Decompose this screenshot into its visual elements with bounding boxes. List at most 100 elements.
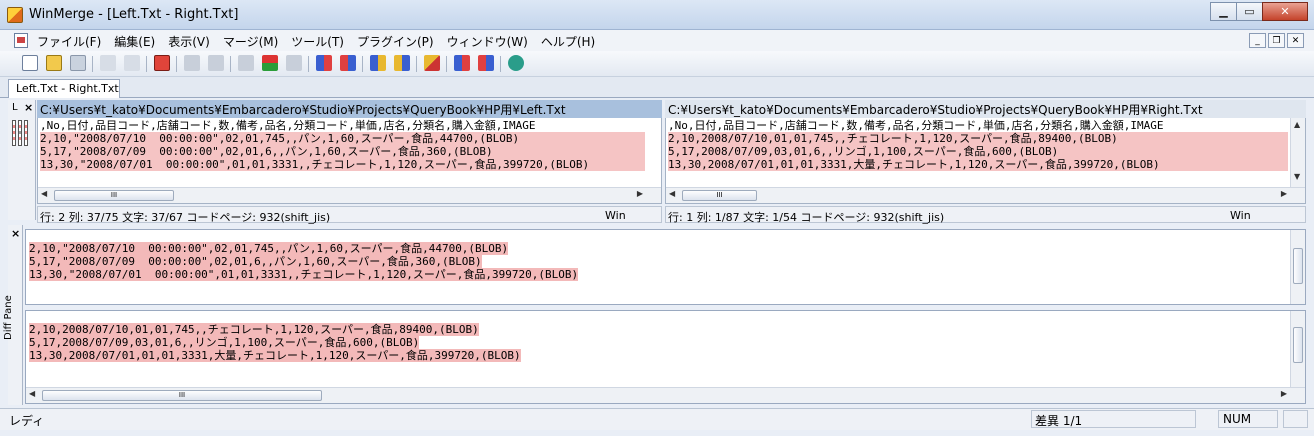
diff-top-line-1[interactable]: 2,10,"2008/07/10 00:00:00",02,01,745,,パン…: [29, 242, 509, 255]
left-line-2[interactable]: 2,10,"2008/07/10 00:00:00",02,01,745,,パン…: [40, 132, 645, 145]
right-status-bar: 行: 1 列: 1/87 文字: 1/54 コードページ: 932(shift_…: [665, 206, 1306, 224]
menu-help[interactable]: ヘルプ(H): [541, 33, 595, 50]
status-ready: レディ: [9, 414, 45, 428]
maximize-button[interactable]: ▭: [1236, 2, 1263, 21]
window-controls: ▁ ▭ ✕: [1210, 2, 1308, 22]
diff-bottom-scroll-thumb[interactable]: [1293, 327, 1303, 363]
right-scroll-thumb[interactable]: III: [682, 190, 757, 201]
location-pane-close-button[interactable]: ×: [24, 101, 33, 114]
scroll-right-arrow[interactable]: ▶: [1281, 389, 1287, 398]
status-num-lock: NUM: [1218, 410, 1278, 428]
all-right-icon[interactable]: [454, 55, 470, 71]
mdi-minimize-button[interactable]: _: [1249, 33, 1266, 48]
right-text-area[interactable]: ,No,日付,品目コード,店舗コード,数,備考,品名,分類コード,単価,店名,分…: [665, 118, 1306, 204]
diff-pane-label: Diff Pane: [3, 295, 14, 340]
status-diff-count: 差異 1/1: [1031, 410, 1196, 428]
right-file-pane: C:¥Users¥t_kato¥Documents¥Embarcadero¥St…: [665, 100, 1306, 204]
scroll-right-arrow[interactable]: ▶: [637, 189, 643, 198]
right-horizontal-scrollbar[interactable]: ◀ III ▶: [666, 187, 1305, 203]
left-file-path: C:¥Users¥t_kato¥Documents¥Embarcadero¥St…: [37, 100, 662, 118]
current-diff-icon[interactable]: [262, 55, 278, 71]
diff-top-scroll-thumb[interactable]: [1293, 248, 1303, 284]
scroll-right-arrow[interactable]: ▶: [1281, 189, 1287, 198]
menu-edit[interactable]: 編集(E): [114, 33, 155, 50]
menu-window[interactable]: ウィンドウ(W): [447, 33, 528, 50]
left-file-pane: C:¥Users¥t_kato¥Documents¥Embarcadero¥St…: [37, 100, 662, 204]
left-scroll-thumb[interactable]: III: [54, 190, 174, 201]
location-bars[interactable]: [12, 120, 30, 146]
left-line-3[interactable]: 5,17,"2008/07/09 00:00:00",02,01,6,,パン,1…: [40, 145, 645, 158]
toolbar-separator: [230, 56, 231, 72]
toolbar-separator: [416, 56, 417, 72]
undo-icon[interactable]: [100, 55, 116, 71]
diff-top-line-2[interactable]: 5,17,"2008/07/09 00:00:00",02,01,6,,パン,1…: [29, 255, 482, 268]
left-line-1[interactable]: ,No,日付,品目コード,店舗コード,数,備考,品名,分類コード,単価,店名,分…: [40, 119, 536, 132]
toolbar-separator: [500, 56, 501, 72]
right-line-4[interactable]: 13,30,2008/07/01,01,01,3331,大量,チェコレート,1,…: [668, 158, 1288, 171]
refresh-icon[interactable]: [508, 55, 524, 71]
last-diff-icon[interactable]: [286, 55, 302, 71]
diff-top-line-3[interactable]: 13,30,"2008/07/01 00:00:00",01,01,3331,,…: [29, 268, 579, 281]
right-vertical-scrollbar[interactable]: ▲ ▼: [1290, 118, 1305, 188]
toolbar-separator: [308, 56, 309, 72]
first-diff-icon[interactable]: [238, 55, 254, 71]
diff-top-vertical-scrollbar[interactable]: [1290, 230, 1305, 304]
save-icon[interactable]: [70, 55, 86, 71]
diff-bottom-vertical-scrollbar[interactable]: [1290, 311, 1305, 387]
scroll-up-arrow[interactable]: ▲: [1294, 120, 1300, 129]
right-status-text: 行: 1 列: 1/87 文字: 1/54 コードページ: 932(shift_…: [668, 211, 945, 224]
right-line-2[interactable]: 2,10,2008/07/10,01,01,745,,チェコレート,1,120,…: [668, 132, 1288, 145]
diff-pane-bottom[interactable]: 2,10,2008/07/10,01,01,745,,チェコレート,1,120,…: [25, 310, 1306, 404]
edit-icon[interactable]: [424, 55, 440, 71]
left-line-4[interactable]: 13,30,"2008/07/01 00:00:00",01,01,3331,,…: [40, 158, 645, 171]
tab-left-right[interactable]: Left.Txt - Right.Txt: [8, 79, 120, 98]
toolbar-separator: [362, 56, 363, 72]
left-status-text: 行: 2 列: 37/75 文字: 37/67 コードページ: 932(shif…: [40, 211, 331, 224]
diff-pane-top[interactable]: 2,10,"2008/07/10 00:00:00",02,01,745,,パン…: [25, 229, 1306, 305]
diff-pane-close-button[interactable]: ×: [11, 227, 20, 240]
close-button[interactable]: ✕: [1262, 2, 1308, 21]
toolbar-separator: [176, 56, 177, 72]
toolbar-separator: [92, 56, 93, 72]
menu-merge[interactable]: マージ(M): [223, 33, 278, 50]
left-horizontal-scrollbar[interactable]: ◀ III ▶: [38, 187, 661, 203]
menu-tools[interactable]: ツール(T): [291, 33, 344, 50]
diff-bottom-horizontal-scrollbar[interactable]: ◀ III ▶: [26, 387, 1305, 403]
right-eol-type: Win: [1230, 209, 1251, 222]
new-icon[interactable]: [22, 55, 38, 71]
left-text-area[interactable]: ,No,日付,品目コード,店舗コード,数,備考,品名,分類コード,単価,店名,分…: [37, 118, 662, 204]
document-icon[interactable]: [14, 33, 28, 48]
winmerge-app-icon[interactable]: [7, 7, 23, 23]
scroll-left-arrow[interactable]: ◀: [29, 389, 35, 398]
copy-left-icon[interactable]: [340, 55, 356, 71]
mdi-close-button[interactable]: ✕: [1287, 33, 1304, 48]
redo-icon[interactable]: [124, 55, 140, 71]
diff-bottom-line-3[interactable]: 13,30,2008/07/01,01,01,3331,大量,チェコレート,1,…: [29, 349, 521, 362]
toolbar-separator: [446, 56, 447, 72]
left-status-bar: 行: 2 列: 37/75 文字: 37/67 コードページ: 932(shif…: [37, 206, 662, 224]
copy-right-icon[interactable]: [316, 55, 332, 71]
left-eol-type: Win: [605, 209, 626, 222]
mdi-restore-button[interactable]: ❐: [1268, 33, 1285, 48]
minimize-button[interactable]: ▁: [1210, 2, 1237, 21]
resize-grip[interactable]: [1283, 410, 1308, 428]
prev-diff-icon[interactable]: [184, 55, 200, 71]
all-left-icon[interactable]: [478, 55, 494, 71]
menu-view[interactable]: 表示(V): [168, 33, 210, 50]
right-line-3[interactable]: 5,17,2008/07/09,03,01,6,,リンゴ,1,100,スーパー,…: [668, 145, 1288, 158]
open-icon[interactable]: [46, 55, 62, 71]
diff-bottom-line-2[interactable]: 5,17,2008/07/09,03,01,6,,リンゴ,1,100,スーパー,…: [29, 336, 420, 349]
menu-file[interactable]: ファイル(F): [37, 33, 101, 50]
right-line-1[interactable]: ,No,日付,品目コード,店舗コード,数,備考,品名,分類コード,単価,店名,分…: [668, 119, 1164, 132]
copy-left-advance-icon[interactable]: [394, 55, 410, 71]
copy-right-advance-icon[interactable]: [370, 55, 386, 71]
mdi-controls: _ ❐ ✕: [1247, 33, 1304, 48]
diff-bottom-line-1[interactable]: 2,10,2008/07/10,01,01,745,,チェコレート,1,120,…: [29, 323, 479, 336]
menu-plugins[interactable]: プラグイン(P): [357, 33, 434, 50]
next-diff-icon[interactable]: [208, 55, 224, 71]
scroll-left-arrow[interactable]: ◀: [669, 189, 675, 198]
options-icon[interactable]: [154, 55, 170, 71]
scroll-left-arrow[interactable]: ◀: [41, 189, 47, 198]
scroll-down-arrow[interactable]: ▼: [1294, 172, 1300, 181]
diff-bottom-scroll-thumb-h[interactable]: III: [42, 390, 322, 401]
